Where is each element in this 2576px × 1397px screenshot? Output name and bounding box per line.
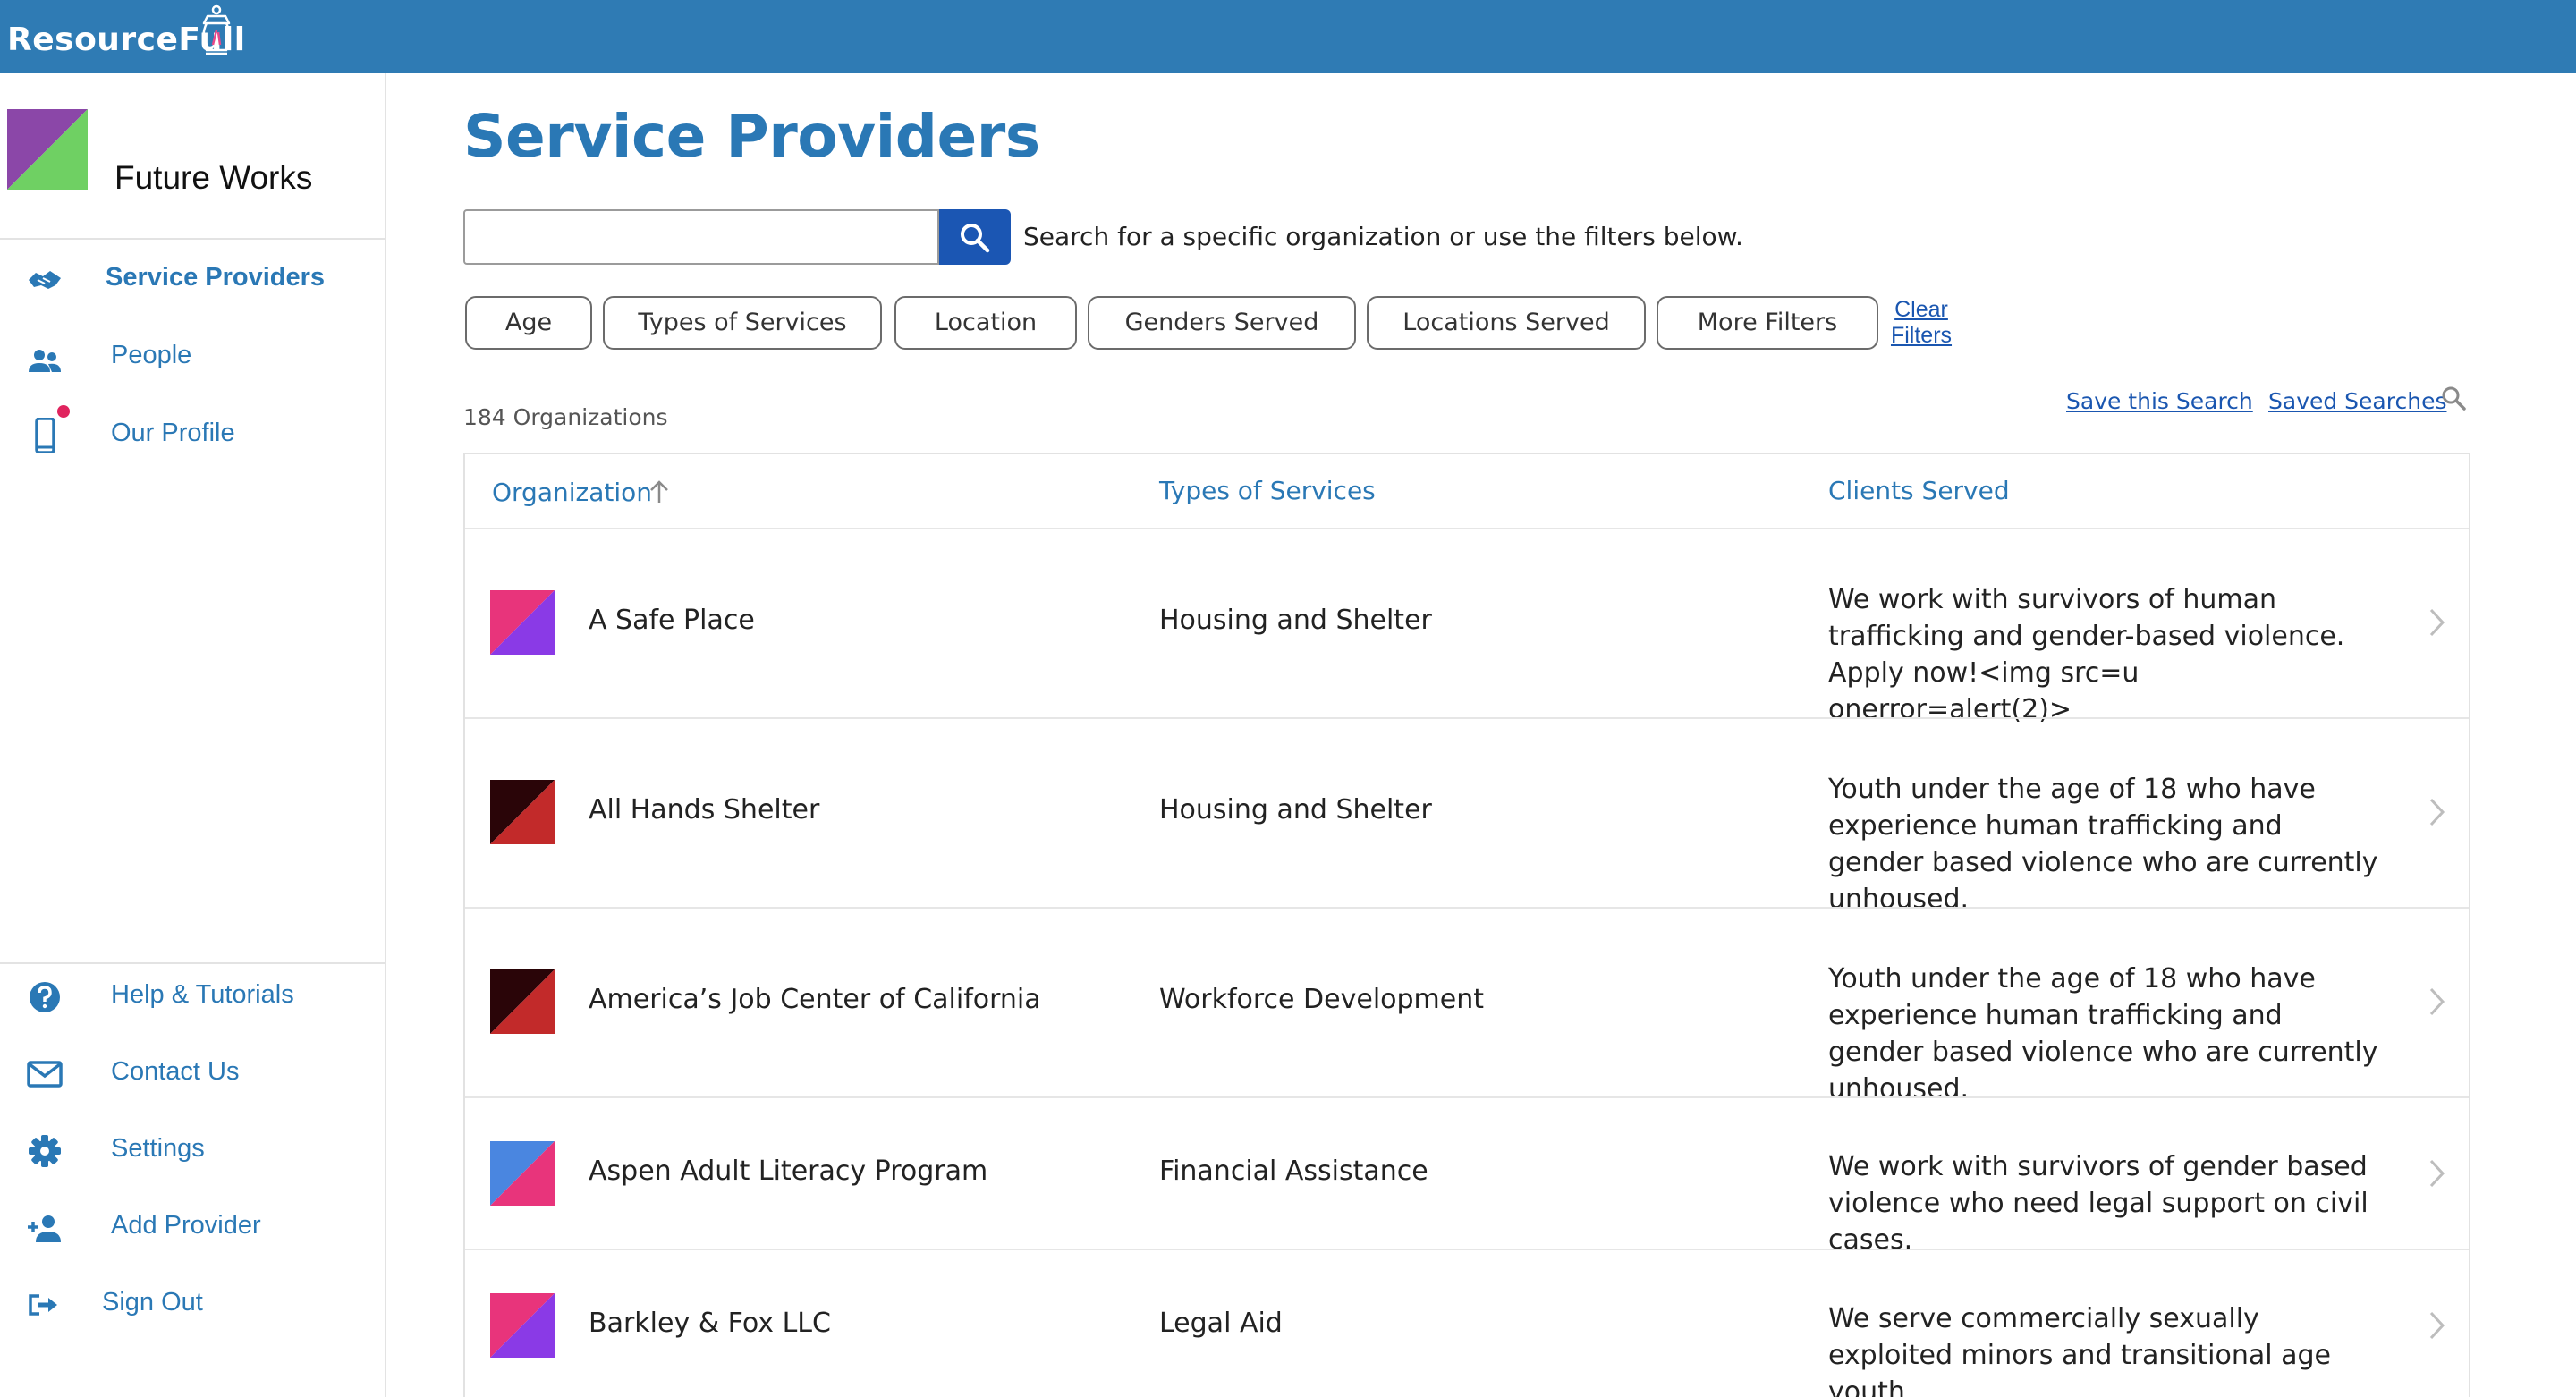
clear-filters-line-2: Filters [1890, 323, 1953, 348]
table-row[interactable]: Barkley & Fox LLC Legal Aid We serve com… [465, 1249, 2469, 1397]
sidebar-item-label: Add Provider [111, 1211, 261, 1240]
org-avatar [490, 780, 555, 844]
org-avatar [490, 969, 555, 1034]
org-name-cell: All Hands Shelter [589, 794, 820, 826]
column-header-types-of-services[interactable]: Types of Services [1159, 476, 1376, 505]
org-header: Future Works [0, 73, 385, 240]
chevron-right-icon[interactable] [2426, 606, 2447, 639]
organization-count: 184 Organizations [463, 404, 668, 430]
service-type-cell: Housing and Shelter [1159, 605, 1432, 636]
search-hint: Search for a specific organization or us… [1023, 222, 1743, 251]
sidebar-item-label: Contact Us [111, 1057, 240, 1086]
sidebar-item-label: Sign Out [102, 1288, 203, 1317]
sidebar-item-contact[interactable]: Contact Us [0, 1041, 385, 1104]
sidebar-item-our-profile[interactable]: Our Profile [0, 402, 385, 465]
org-avatar [490, 1293, 555, 1358]
clients-served-cell: We work with survivors of gender based v… [1828, 1151, 2368, 1256]
sidebar-item-label: People [111, 341, 192, 369]
sidebar-item-help[interactable]: Help & Tutorials [0, 964, 385, 1027]
clients-served-cell: Youth under the age of 18 who have exper… [1828, 774, 2378, 915]
org-avatar [7, 109, 88, 190]
add-person-icon [28, 1215, 61, 1242]
search-button[interactable] [939, 209, 1011, 265]
filter-age[interactable]: Age [465, 296, 592, 350]
sidebar-item-settings[interactable]: Settings [0, 1118, 385, 1181]
sidebar-item-sign-out[interactable]: Sign Out [0, 1272, 385, 1334]
sort-ascending-icon[interactable] [648, 479, 671, 504]
organizations-table: Organization Types of Services Clients S… [463, 453, 2470, 1397]
sidebar-item-people[interactable]: People [0, 325, 385, 418]
handshake-icon [29, 271, 61, 289]
saved-searches-link[interactable]: Saved Searches [2268, 388, 2446, 414]
service-type-cell: Financial Assistance [1159, 1156, 1428, 1187]
table-row[interactable]: All Hands Shelter Housing and Shelter Yo… [465, 717, 2469, 915]
sidebar: Future Works Service Providers People Ou… [0, 73, 386, 1397]
sidebar-bottom-nav: Help & Tutorials Contact Us Settings Add… [0, 962, 385, 1397]
filter-more-filters[interactable]: More Filters [1657, 296, 1878, 350]
filter-genders-served[interactable]: Genders Served [1088, 296, 1356, 350]
chevron-right-icon[interactable] [2426, 1309, 2447, 1342]
org-name-cell: America’s Job Center of California [589, 984, 1041, 1015]
org-avatar [490, 1141, 555, 1206]
column-header-organization[interactable]: Organization [492, 478, 652, 507]
sidebar-item-label: Help & Tutorials [111, 980, 294, 1009]
search-input[interactable] [463, 209, 939, 265]
gear-icon [29, 1135, 61, 1167]
column-header-clients-served[interactable]: Clients Served [1828, 476, 2010, 505]
filter-locations-served[interactable]: Locations Served [1367, 296, 1646, 350]
sidebar-item-label: Our Profile [111, 419, 235, 447]
clear-filters-line-1: Clear [1894, 297, 1948, 322]
people-icon [29, 350, 61, 372]
sidebar-item-add-provider[interactable]: Add Provider [0, 1195, 385, 1257]
service-type-cell: Housing and Shelter [1159, 794, 1432, 826]
sidebar-item-label: Service Providers [106, 263, 326, 292]
lantern-logo-icon [202, 4, 231, 55]
org-avatar [490, 590, 555, 655]
chevron-right-icon[interactable] [2426, 986, 2447, 1018]
help-icon [30, 982, 60, 1012]
search-icon[interactable] [2440, 385, 2467, 411]
save-search-link[interactable]: Save this Search [2066, 388, 2253, 414]
filter-location[interactable]: Location [894, 296, 1077, 350]
clear-filters-link[interactable]: Clear Filters [1887, 297, 1955, 349]
service-type-cell: Legal Aid [1159, 1308, 1283, 1339]
service-type-cell: Workforce Development [1159, 984, 1485, 1015]
table-row[interactable]: Aspen Adult Literacy Program Financial A… [465, 1096, 2469, 1256]
search-icon [961, 224, 990, 253]
org-name-cell: A Safe Place [589, 605, 755, 636]
page-title: Service Providers [463, 102, 1040, 171]
clients-served-cell: Youth under the age of 18 who have exper… [1828, 963, 2378, 1105]
filter-types-of-services[interactable]: Types of Services [603, 296, 882, 350]
org-name: Future Works [114, 159, 313, 196]
sign-out-icon [29, 1294, 57, 1316]
sidebar-item-service-providers[interactable]: Service Providers [0, 247, 385, 309]
sidebar-item-label: Settings [111, 1134, 205, 1163]
table-row[interactable]: A Safe Place Housing and Shelter We work… [465, 528, 2469, 725]
phone-icon [35, 418, 55, 453]
top-bar: ResourceFull [0, 0, 2576, 73]
org-name-cell: Aspen Adult Literacy Program [589, 1156, 988, 1187]
clients-served-cell: We serve commercially sexually exploited… [1828, 1303, 2332, 1397]
mail-icon [27, 1061, 63, 1088]
table-row[interactable]: America’s Job Center of California Workf… [465, 907, 2469, 1105]
clients-served-cell: We work with survivors of human traffick… [1828, 584, 2345, 725]
chevron-right-icon[interactable] [2426, 1157, 2447, 1190]
chevron-right-icon[interactable] [2426, 796, 2447, 828]
org-name-cell: Barkley & Fox LLC [589, 1308, 831, 1339]
